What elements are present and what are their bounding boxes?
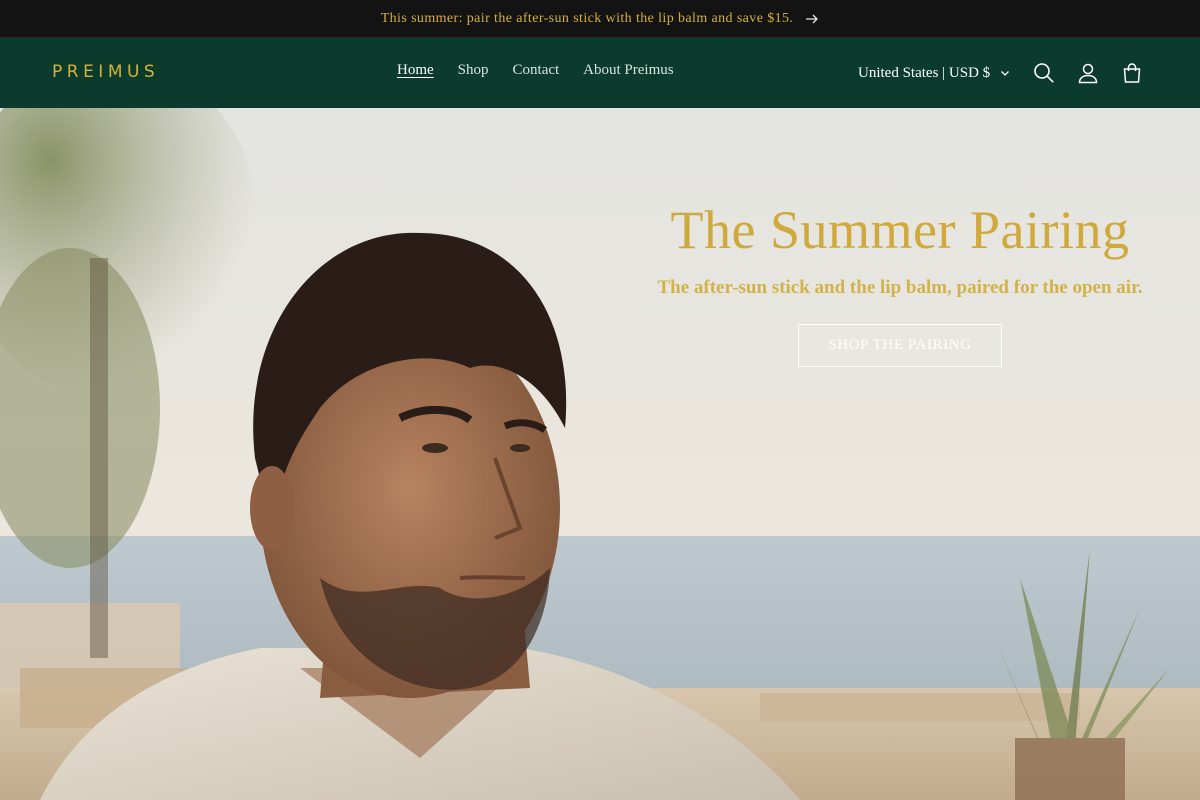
logo[interactable]: PREIMUS xyxy=(52,62,159,82)
nav-shop[interactable]: Shop xyxy=(458,62,489,79)
main-nav: Home Shop Contact About Preimus xyxy=(397,62,674,79)
hero-text: The Summer Pairing The after-sun stick a… xyxy=(640,198,1160,367)
hero-title: The Summer Pairing xyxy=(670,200,1130,260)
announcement-text[interactable]: This summer: pair the after-sun stick wi… xyxy=(381,11,794,27)
site-header: PREIMUS Home Shop Contact About Preimus … xyxy=(0,38,1200,108)
header-tools: United States | USD $ xyxy=(858,57,1010,89)
currency-label: United States | USD $ xyxy=(858,64,991,81)
shop-the-pairing-button[interactable]: SHOP THE PAIRING xyxy=(798,323,1002,367)
chevron-down-icon xyxy=(1000,68,1010,78)
nav-about[interactable]: About Preimus xyxy=(583,62,673,79)
currency-selector[interactable]: United States | USD $ xyxy=(858,65,1010,82)
cart-icon[interactable] xyxy=(1118,59,1146,87)
hero-banner: The Summer Pairing The after-sun stick a… xyxy=(0,108,1200,800)
nav-contact[interactable]: Contact xyxy=(513,62,560,79)
arrow-right-icon[interactable] xyxy=(805,12,819,26)
account-icon[interactable] xyxy=(1074,59,1102,87)
hero-subtitle: The after-sun stick and the lip balm, pa… xyxy=(657,276,1143,298)
nav-home[interactable]: Home xyxy=(397,62,434,79)
announcement-bar[interactable]: This summer: pair the after-sun stick wi… xyxy=(0,0,1200,38)
search-icon[interactable] xyxy=(1030,59,1058,87)
